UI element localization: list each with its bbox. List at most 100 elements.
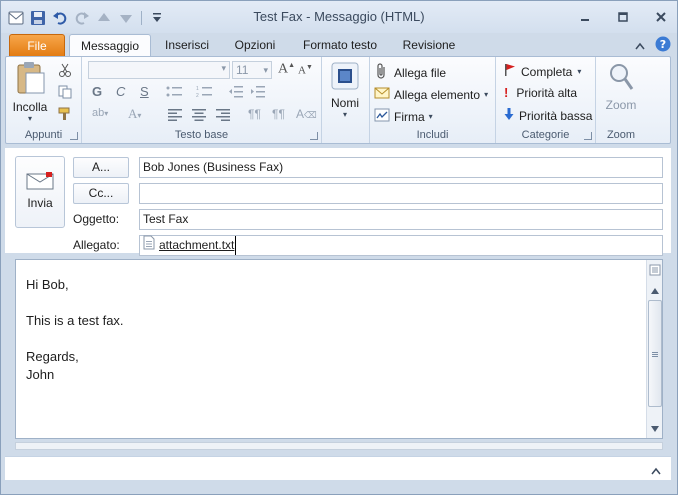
decrease-indent-icon[interactable] bbox=[228, 85, 244, 102]
format-painter-icon[interactable] bbox=[58, 107, 72, 124]
maximize-button[interactable] bbox=[611, 7, 635, 27]
font-size-value: 11 bbox=[236, 63, 249, 77]
group-label-includi: Includi bbox=[416, 129, 449, 141]
body-line bbox=[26, 330, 124, 348]
attach-item-label: Allega elemento bbox=[394, 87, 481, 102]
signature-icon bbox=[374, 107, 390, 126]
close-button[interactable] bbox=[649, 7, 673, 27]
signature-label: Firma bbox=[394, 109, 425, 124]
paste-button[interactable]: Incolla ▾ bbox=[12, 61, 48, 123]
svg-text:1: 1 bbox=[196, 86, 199, 92]
group-label-categorie: Categorie bbox=[521, 129, 570, 141]
copy-icon[interactable] bbox=[58, 85, 72, 102]
zoom-label: Zoom bbox=[605, 98, 637, 112]
group-appunti: Incolla ▾ Appunti bbox=[6, 57, 82, 143]
clear-format-icon[interactable]: A⌫ bbox=[296, 107, 317, 121]
ruler-toggle-icon[interactable] bbox=[648, 263, 662, 277]
group-testo-base: ▾ 11 ▾ A▲ A▼ G C S 12 ab▾ A▾ ¶¶ ¶¶ A⌫ Te… bbox=[82, 57, 322, 143]
paperclip-icon bbox=[376, 63, 388, 82]
grow-font-icon[interactable]: A▲ bbox=[278, 61, 295, 78]
help-icon[interactable]: ? bbox=[655, 36, 671, 55]
message-body-editor[interactable]: Hi Bob, This is a test fax. Regards, Joh… bbox=[15, 259, 663, 439]
paragraph-rtl-icon[interactable]: ¶¶ bbox=[272, 107, 285, 121]
follow-up-dropdown-icon: ▾ bbox=[577, 67, 582, 76]
ribbon-tabs: File Messaggio Inserisci Opzioni Formato… bbox=[1, 33, 677, 58]
zoom-button[interactable]: Zoom bbox=[604, 61, 638, 117]
send-label: Invia bbox=[27, 196, 53, 210]
high-priority-button[interactable]: ! Priorità alta bbox=[504, 85, 577, 100]
scroll-up-icon[interactable] bbox=[648, 284, 662, 298]
italic-button[interactable]: C bbox=[116, 84, 125, 99]
body-line bbox=[26, 294, 124, 312]
cc-field[interactable] bbox=[139, 183, 663, 204]
highlight-icon[interactable]: ab▾ bbox=[92, 107, 108, 119]
subject-label: Oggetto: bbox=[73, 212, 120, 226]
font-size-dropdown[interactable]: 11 ▾ bbox=[232, 61, 272, 79]
bold-button[interactable]: G bbox=[92, 84, 102, 99]
tab-inserisci[interactable]: Inserisci bbox=[159, 34, 215, 57]
group-zoom: Zoom Zoom bbox=[596, 57, 646, 143]
group-categorie: Completa ▾ ! Priorità alta Priorità bass… bbox=[496, 57, 596, 143]
minimize-button[interactable] bbox=[573, 7, 597, 27]
tab-file[interactable]: File bbox=[9, 34, 65, 57]
address-book-icon bbox=[330, 61, 360, 94]
signature-button[interactable]: Firma ▾ bbox=[374, 107, 433, 126]
cut-icon[interactable] bbox=[58, 63, 72, 80]
numbering-icon[interactable]: 12 bbox=[196, 85, 214, 102]
message-header: Invia A... Bob Jones (Business Fax) Cc..… bbox=[5, 148, 671, 256]
tab-messaggio[interactable]: Messaggio bbox=[69, 34, 151, 58]
magnifier-icon bbox=[607, 61, 635, 96]
scroll-down-icon[interactable] bbox=[648, 422, 662, 436]
nomi-label: Nomi bbox=[330, 96, 359, 110]
follow-up-label: Completa bbox=[521, 64, 573, 79]
cc-button[interactable]: Cc... bbox=[73, 183, 129, 204]
flag-icon bbox=[504, 63, 516, 80]
align-left-icon[interactable] bbox=[168, 109, 182, 124]
scroll-thumb[interactable] bbox=[648, 300, 662, 407]
svg-text:2: 2 bbox=[196, 93, 199, 99]
appunti-launcher-icon[interactable] bbox=[70, 132, 78, 140]
tab-revisione[interactable]: Revisione bbox=[397, 34, 461, 57]
attach-file-button[interactable]: Allega file bbox=[376, 63, 446, 82]
tab-opzioni[interactable]: Opzioni bbox=[227, 34, 283, 57]
testo-base-launcher-icon[interactable] bbox=[310, 132, 318, 140]
subject-field[interactable]: Test Fax bbox=[139, 209, 663, 230]
minimize-ribbon-icon[interactable] bbox=[635, 39, 645, 53]
underline-button[interactable]: S bbox=[140, 84, 149, 99]
send-button[interactable]: Invia bbox=[15, 156, 65, 228]
attachment-name[interactable]: attachment.txt bbox=[159, 236, 237, 255]
group-label-testo-base: Testo base bbox=[174, 129, 229, 141]
follow-up-button[interactable]: Completa ▾ bbox=[504, 63, 581, 80]
attachment-field[interactable]: attachment.txt bbox=[139, 235, 663, 256]
to-field[interactable]: Bob Jones (Business Fax) bbox=[139, 157, 663, 178]
svg-text:?: ? bbox=[660, 38, 666, 51]
categorie-launcher-icon[interactable] bbox=[584, 132, 592, 140]
align-center-icon[interactable] bbox=[192, 109, 206, 124]
expand-people-pane-icon[interactable] bbox=[651, 464, 661, 478]
paragraph-ltr-icon[interactable]: ¶¶ bbox=[248, 107, 261, 121]
attach-item-dropdown-icon: ▾ bbox=[484, 90, 489, 99]
font-name-dropdown[interactable]: ▾ bbox=[88, 61, 230, 79]
body-vertical-scrollbar[interactable] bbox=[646, 260, 662, 438]
attach-file-label: Allega file bbox=[394, 65, 447, 80]
align-right-icon[interactable] bbox=[216, 109, 230, 124]
attach-item-button[interactable]: Allega elemento ▾ bbox=[374, 85, 488, 104]
low-priority-button[interactable]: Priorità bassa bbox=[504, 107, 592, 124]
address-book-button[interactable]: Nomi ▾ bbox=[329, 61, 361, 125]
tab-formato-testo[interactable]: Formato testo bbox=[297, 34, 383, 57]
attach-item-icon bbox=[374, 85, 390, 104]
ribbon: Incolla ▾ Appunti ▾ 11 ▾ A▲ A▼ G C S 1 2… bbox=[5, 56, 671, 144]
message-body: Hi Bob, This is a test fax. Regards, Joh… bbox=[26, 276, 124, 384]
low-priority-label: Priorità bassa bbox=[519, 108, 593, 123]
font-color-icon[interactable]: A▾ bbox=[128, 106, 141, 122]
body-line: Regards, bbox=[26, 349, 79, 364]
body-line: Hi Bob, bbox=[26, 277, 69, 292]
to-button[interactable]: A... bbox=[73, 157, 129, 178]
paste-dropdown-icon[interactable]: ▾ bbox=[12, 114, 48, 123]
bullets-icon[interactable] bbox=[166, 85, 184, 102]
group-includi: Allega file Allega elemento ▾ Firma ▾ In… bbox=[370, 57, 496, 143]
increase-indent-icon[interactable] bbox=[250, 85, 266, 102]
shrink-font-icon[interactable]: A▼ bbox=[298, 63, 313, 77]
signature-dropdown-icon: ▾ bbox=[428, 112, 433, 121]
tab-help-area: ? bbox=[635, 36, 671, 55]
